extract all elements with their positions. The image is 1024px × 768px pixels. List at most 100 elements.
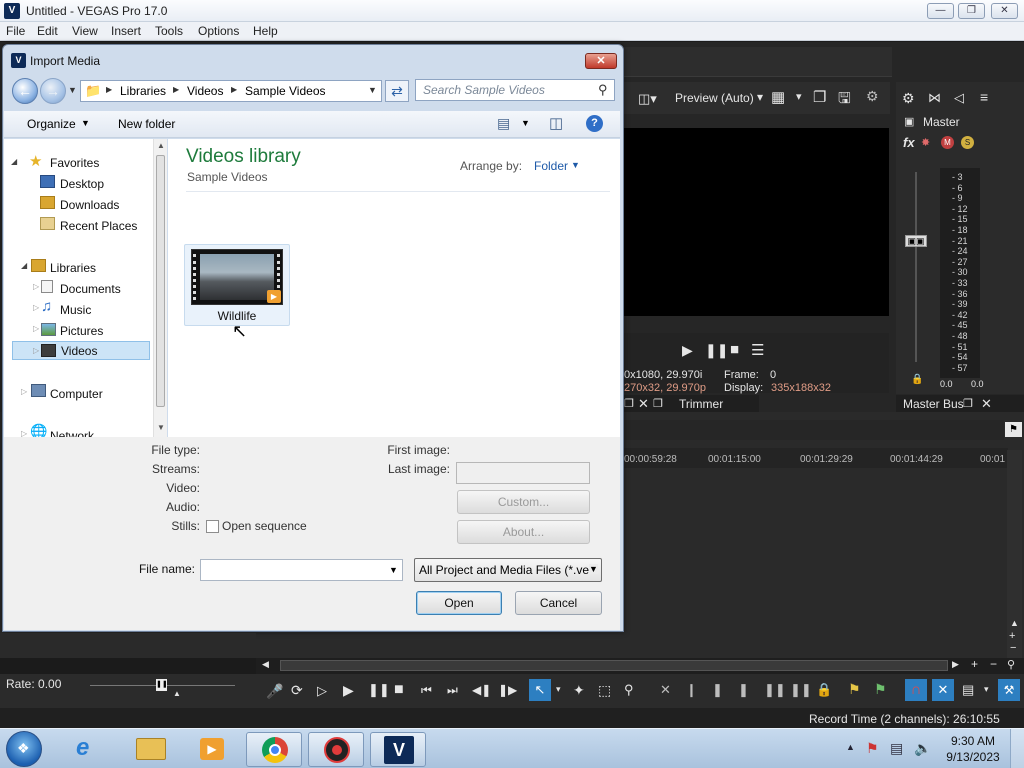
nav-scroll-thumb[interactable] bbox=[156, 155, 165, 407]
play-icon[interactable]: ▶ bbox=[343, 682, 354, 699]
music-expand-icon[interactable]: ▷ bbox=[33, 303, 39, 312]
breadcrumb-videos[interactable]: Videos bbox=[187, 84, 223, 98]
menu-edit[interactable]: Edit bbox=[37, 24, 58, 38]
preview-pane-icon[interactable]: ◫ bbox=[549, 114, 563, 132]
preview-mode-chevron-icon[interactable]: ▾ bbox=[757, 90, 763, 104]
organize-button[interactable]: Organize bbox=[27, 117, 76, 131]
computer-expand-icon[interactable]: ▷ bbox=[21, 387, 27, 396]
file-name-dropdown-icon[interactable]: ▼ bbox=[389, 565, 398, 575]
dialog-close-button[interactable]: ✕ bbox=[585, 53, 617, 69]
menu-options[interactable]: Options bbox=[198, 24, 239, 38]
clock-date[interactable]: 9/13/2023 bbox=[942, 750, 1004, 764]
address-dropdown-icon[interactable]: ▼ bbox=[368, 85, 377, 95]
taskbar-explorer[interactable] bbox=[124, 732, 180, 767]
menu-insert[interactable]: Insert bbox=[111, 24, 141, 38]
videos-expand-icon[interactable]: ▷ bbox=[33, 346, 39, 355]
preview-stop-icon[interactable]: ■ bbox=[730, 341, 739, 358]
timeline-hscroll[interactable]: ◀ ▶ + − ⚲ bbox=[256, 657, 1024, 674]
history-chevron-icon[interactable]: ▼ bbox=[68, 85, 77, 95]
preview-play-icon[interactable]: ▶ bbox=[682, 342, 693, 359]
nav-computer[interactable]: Computer bbox=[50, 387, 103, 401]
back-arrow-icon[interactable]: ← bbox=[12, 78, 38, 104]
breadcrumb-libraries[interactable]: Libraries bbox=[120, 84, 166, 98]
menu-tools[interactable]: Tools bbox=[155, 24, 183, 38]
nav-music[interactable]: Music bbox=[60, 303, 91, 317]
favorites-expand-icon[interactable]: ◢ bbox=[11, 157, 17, 166]
rate-slider-handle[interactable]: ❚❚ bbox=[156, 679, 168, 691]
split-screen-icon[interactable]: ◫▾ bbox=[638, 91, 657, 107]
nav-videos-selected[interactable]: ▷ Videos bbox=[12, 341, 150, 360]
solo-icon[interactable]: S bbox=[961, 136, 974, 149]
tab-float-icon[interactable]: ❐ bbox=[653, 397, 663, 410]
prev-frame-icon[interactable]: ◀❚ bbox=[472, 683, 491, 697]
file-name-input[interactable]: ▼ bbox=[200, 559, 403, 581]
stop-icon[interactable]: ■ bbox=[394, 681, 404, 699]
menu-file[interactable]: File bbox=[6, 24, 25, 38]
snapping-icon[interactable]: ∩ bbox=[905, 679, 927, 701]
zoom-tool-icon[interactable]: ⚲ bbox=[1007, 658, 1015, 671]
timeline-vscroll[interactable]: ▲ + − bbox=[1007, 450, 1022, 660]
ripple-edit-icon[interactable]: ▤ bbox=[962, 682, 974, 698]
zoom-tool-icon[interactable]: ⚲ bbox=[624, 682, 634, 698]
overlays-icon[interactable]: ▦ bbox=[771, 88, 785, 106]
record-icon[interactable]: 🎤 bbox=[266, 683, 283, 700]
filter-dropdown-icon[interactable]: ▼ bbox=[589, 564, 598, 574]
fx-chain-icon[interactable]: ✸ bbox=[921, 136, 930, 149]
hscroll-thumb[interactable] bbox=[280, 660, 948, 671]
mixer-eq-icon[interactable]: ≡ bbox=[980, 89, 988, 105]
loop-icon[interactable]: ⟳ bbox=[291, 682, 303, 699]
menu-view[interactable]: View bbox=[72, 24, 98, 38]
address-bar[interactable]: 📁 ▶ Libraries ▶ Videos ▶ Sample Videos ▼ bbox=[80, 80, 382, 102]
view-chevron-icon[interactable]: ▼ bbox=[521, 118, 530, 128]
nav-favorites[interactable]: Favorites bbox=[50, 156, 99, 170]
show-desktop-button[interactable] bbox=[1010, 729, 1024, 768]
forward-arrow-icon[interactable]: → bbox=[40, 78, 66, 104]
preview-pause-icon[interactable]: ❚❚ bbox=[705, 342, 728, 359]
documents-expand-icon[interactable]: ▷ bbox=[33, 282, 39, 291]
open-sequence-checkbox[interactable] bbox=[206, 520, 219, 533]
tab-close-icon[interactable]: ❐ bbox=[624, 397, 634, 410]
fx-icon[interactable]: fx bbox=[903, 135, 915, 150]
taskbar-ie[interactable]: e bbox=[62, 732, 118, 767]
search-input[interactable]: Search Sample Videos bbox=[415, 79, 615, 101]
arrange-chevron-icon[interactable]: ▼ bbox=[571, 160, 580, 170]
selection-tool-icon[interactable]: ⬚ bbox=[598, 682, 611, 699]
action-center-icon[interactable]: ⚑ bbox=[866, 740, 879, 757]
nav-videos[interactable]: Videos bbox=[61, 344, 97, 358]
master-fader-handle[interactable]: ▣▣ bbox=[905, 235, 927, 247]
master-bus-float-icon[interactable]: ❐ bbox=[963, 397, 973, 410]
preview-mode-select[interactable]: Preview (Auto) bbox=[675, 91, 754, 105]
pause-icon[interactable]: ❚❚ bbox=[368, 682, 390, 698]
master-checkbox-icon[interactable]: ▣ bbox=[904, 115, 914, 128]
cancel-button[interactable]: Cancel bbox=[515, 591, 602, 615]
region-icon[interactable]: ⚑ bbox=[874, 681, 887, 698]
mixer-speaker-icon[interactable]: ◁ bbox=[954, 90, 964, 106]
change-view-icon[interactable]: ▤ bbox=[497, 115, 510, 132]
copy-snapshot-icon[interactable]: ❐ bbox=[813, 88, 826, 106]
normal-edit-tool-icon[interactable]: ↖ bbox=[529, 679, 551, 701]
about-button[interactable]: About... bbox=[457, 520, 590, 544]
tab-trimmer[interactable]: Trimmer bbox=[679, 397, 723, 411]
nav-recent-places[interactable]: Recent Places bbox=[60, 219, 137, 233]
libraries-expand-icon[interactable]: ◢ bbox=[21, 261, 27, 270]
nav-downloads[interactable]: Downloads bbox=[60, 198, 119, 212]
go-to-start-icon[interactable]: ⏮ bbox=[421, 683, 432, 698]
scroll-left-icon[interactable]: ◀ bbox=[262, 659, 269, 670]
save-snapshot-icon[interactable]: 🖫 bbox=[838, 88, 851, 113]
tab-close-x-icon[interactable]: ✕ bbox=[638, 396, 649, 412]
play-from-start-icon[interactable]: ▷ bbox=[317, 683, 327, 699]
envelope-tool-icon[interactable]: ✦ bbox=[573, 682, 585, 699]
zoom-out-v-icon[interactable]: − bbox=[1010, 642, 1016, 654]
taskbar-vegas[interactable]: V bbox=[370, 732, 426, 767]
timeline-marker-icon[interactable]: ⚑ bbox=[1005, 422, 1022, 437]
menu-help[interactable]: Help bbox=[253, 24, 278, 38]
scroll-up-icon[interactable]: ▲ bbox=[1010, 618, 1019, 628]
overlays-chevron-icon[interactable]: ▾ bbox=[796, 90, 802, 103]
mixer-settings-icon[interactable]: ⚙ bbox=[902, 90, 915, 107]
custom-button[interactable]: Custom... bbox=[457, 490, 590, 514]
breadcrumb-separator-icon[interactable]: ▶ bbox=[231, 85, 237, 94]
breadcrumb-separator-icon[interactable]: ▶ bbox=[173, 85, 179, 94]
scroll-right-icon[interactable]: ▶ bbox=[952, 659, 959, 670]
new-folder-button[interactable]: New folder bbox=[118, 117, 175, 131]
volume-tray-icon[interactable]: 🔈 bbox=[914, 740, 931, 757]
